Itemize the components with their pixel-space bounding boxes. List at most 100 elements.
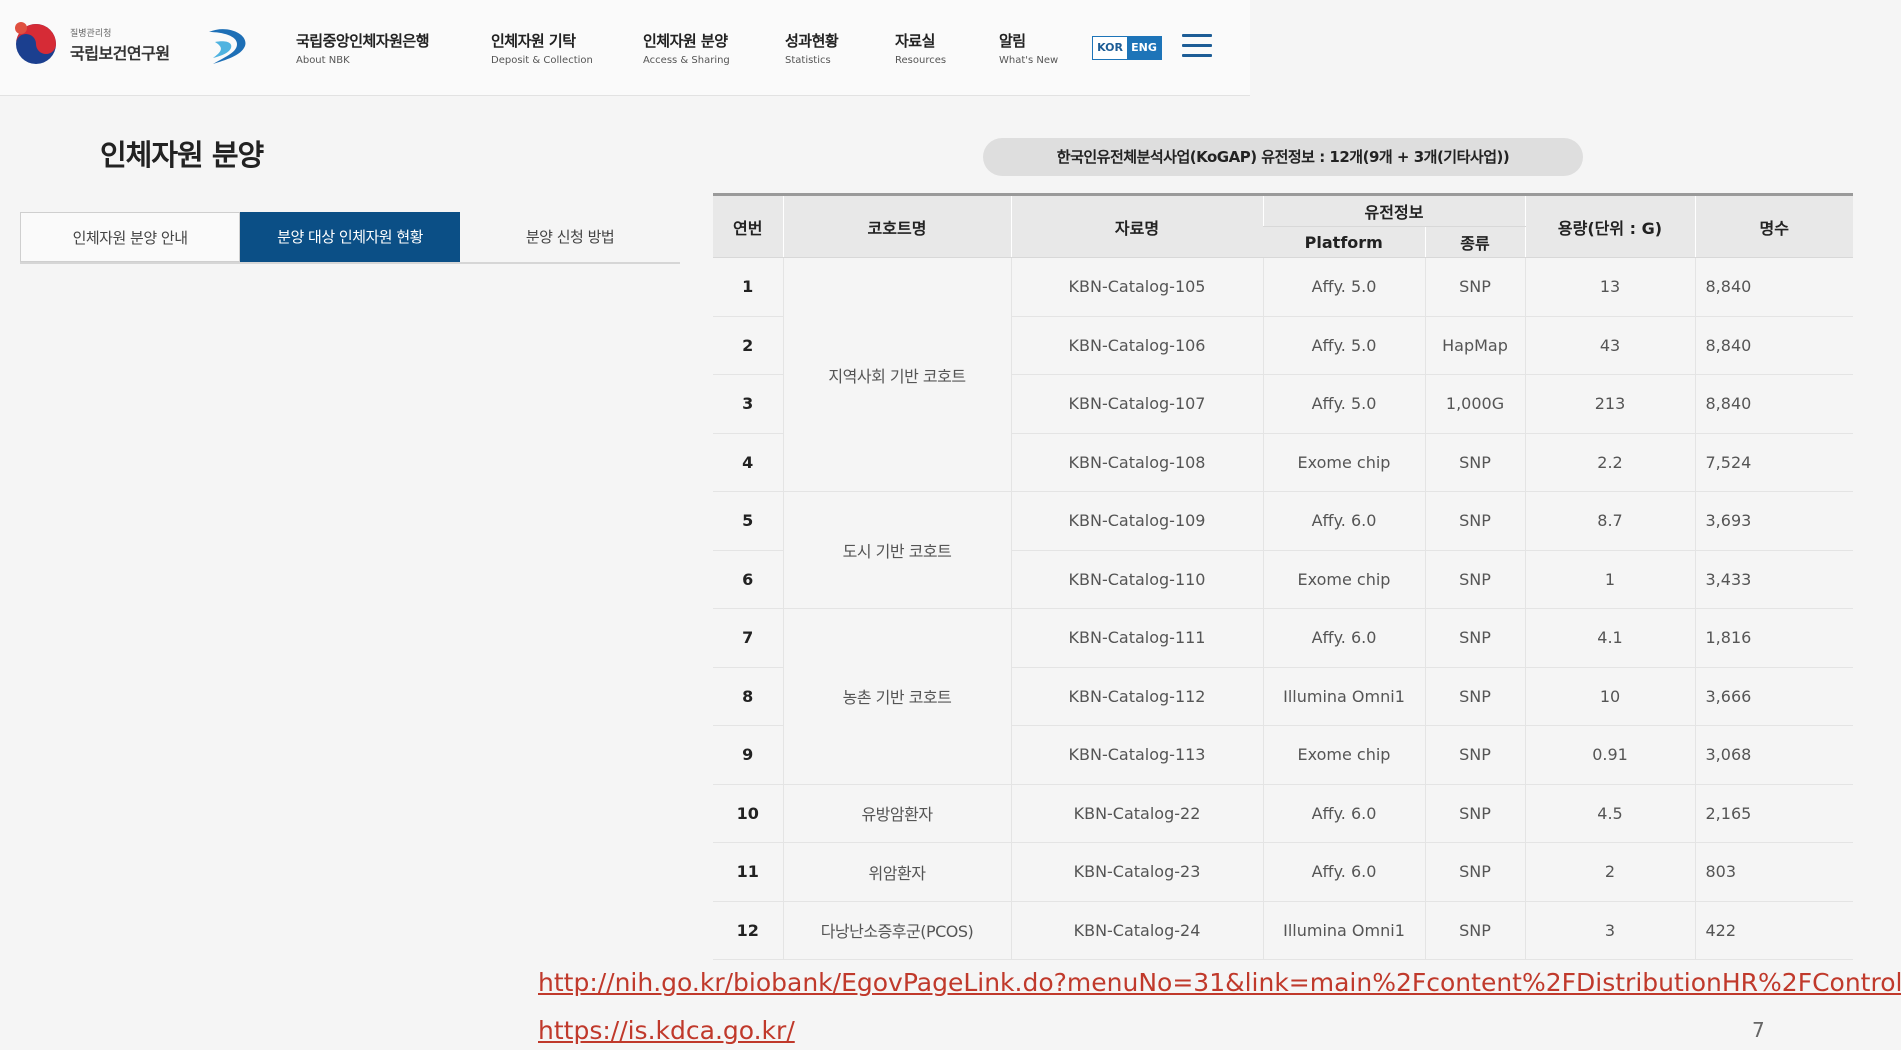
cell-no: 10 <box>713 784 783 843</box>
taegeuk-emblem-icon <box>15 22 56 64</box>
tab-distribution-guide[interactable]: 인체자원 분양 안내 <box>20 212 241 262</box>
cell-size: 4.1 <box>1524 608 1695 668</box>
cell-size: 43 <box>1524 316 1695 375</box>
lang-eng-button[interactable]: ENG <box>1127 37 1161 59</box>
table-row: 5 도시 기반 코호트 KBN-Catalog-109 Affy. 6.0 SN… <box>713 491 1853 609</box>
cell-size: 0.91 <box>1524 725 1695 785</box>
nav-label: 자료실 <box>895 32 935 50</box>
cell-count: 422 <box>1694 901 1853 960</box>
cell-platform: Affy. 6.0 <box>1262 784 1425 843</box>
cell-type: SNP <box>1424 901 1525 960</box>
nav-label: 국립중앙인체자원은행 <box>296 32 430 50</box>
cell-size: 10 <box>1524 667 1695 726</box>
cell-no: 12 <box>713 901 783 960</box>
nav-label: 알림 <box>999 32 1026 50</box>
cell-size: 2.2 <box>1524 433 1695 492</box>
table-row: 10 유방암환자 KBN-Catalog-22 Affy. 6.0 SNP 4.… <box>713 784 1853 843</box>
nih-biobank-link[interactable]: http://nih.go.kr/biobank/EgovPageLink.do… <box>538 968 1901 997</box>
logo-main-text: 국립보건연구원 <box>70 44 170 63</box>
cell-name: KBN-Catalog-112 <box>1010 667 1263 726</box>
cell-type: SNP <box>1424 608 1525 668</box>
cell-platform: Exome chip <box>1262 433 1425 492</box>
cell-name: KBN-Catalog-105 <box>1010 257 1263 317</box>
nav-statistics[interactable]: 성과현황 Statistics <box>785 30 839 66</box>
cell-no: 9 <box>713 725 783 785</box>
cell-count: 803 <box>1694 842 1853 902</box>
cell-no: 2 <box>713 316 783 375</box>
cell-name: KBN-Catalog-109 <box>1010 491 1263 551</box>
cell-name: KBN-Catalog-22 <box>1010 784 1263 843</box>
cell-size: 8.7 <box>1524 491 1695 551</box>
hamburger-menu-icon[interactable] <box>1182 34 1212 60</box>
header-count: 명수 <box>1694 194 1853 258</box>
site-header: 질병관리청 국립보건연구원 국립중앙인체자원은행 About NBK 인체자원 … <box>0 0 1250 96</box>
cell-platform: Exome chip <box>1262 725 1425 785</box>
nav-resources[interactable]: 자료실 Resources <box>895 30 946 66</box>
kdca-link[interactable]: https://is.kdca.go.kr/ <box>538 1016 795 1045</box>
table-row: 7 농촌 기반 코호트 KBN-Catalog-111 Affy. 6.0 SN… <box>713 608 1853 785</box>
nav-about-nbk[interactable]: 국립중앙인체자원은행 About NBK <box>296 30 430 66</box>
cell-name: KBN-Catalog-107 <box>1010 374 1263 434</box>
nav-access-sharing[interactable]: 인체자원 분양 Access & Sharing <box>643 30 730 66</box>
cell-count: 8,840 <box>1694 257 1853 317</box>
cell-cohort: 다낭난소증후군(PCOS) <box>782 901 1011 960</box>
cell-type: SNP <box>1424 784 1525 843</box>
cell-name: KBN-Catalog-111 <box>1010 608 1263 668</box>
lang-kor-button[interactable]: KOR <box>1093 37 1127 59</box>
cell-name: KBN-Catalog-113 <box>1010 725 1263 785</box>
header-platform: Platform <box>1263 226 1425 258</box>
nih-logo[interactable]: 질병관리청 국립보건연구원 <box>12 18 172 68</box>
table-row: 12 다낭난소증후군(PCOS) KBN-Catalog-24 Illumina… <box>713 901 1853 960</box>
nbk-logo-icon[interactable] <box>205 26 253 70</box>
nav-sublabel: About NBK <box>296 55 350 66</box>
cell-no: 3 <box>713 374 783 434</box>
kogap-info-badge: 한국인유전체분석사업(KoGAP) 유전정보 : 12개(9개 + 3개(기타사… <box>983 138 1583 176</box>
cell-count: 3,666 <box>1694 667 1853 726</box>
tab-application-method[interactable]: 분양 신청 방법 <box>460 212 680 262</box>
cell-no: 4 <box>713 433 783 492</box>
cell-cohort: 도시 기반 코호트 <box>782 491 1011 609</box>
cell-size: 213 <box>1524 374 1695 434</box>
genetic-data-table: 연번 코호트명 자료명 유전정보 용량(단위 : G) 명수 Platform … <box>713 193 1853 960</box>
cell-no: 1 <box>713 257 783 317</box>
language-switch: KOR ENG <box>1092 36 1162 60</box>
nav-label: 인체자원 분양 <box>643 32 728 50</box>
cell-type: SNP <box>1424 491 1525 551</box>
cell-size: 4.5 <box>1524 784 1695 843</box>
cell-name: KBN-Catalog-24 <box>1010 901 1263 960</box>
cell-name: KBN-Catalog-110 <box>1010 550 1263 609</box>
cell-size: 2 <box>1524 842 1695 902</box>
page-number: 7 <box>1752 1018 1765 1042</box>
nav-whats-new[interactable]: 알림 What's New <box>999 30 1058 66</box>
cell-cohort: 위암환자 <box>782 842 1011 902</box>
nav-label: 인체자원 기탁 <box>491 32 576 50</box>
cell-count: 8,840 <box>1694 374 1853 434</box>
header-no: 연번 <box>713 194 783 258</box>
cell-no: 8 <box>713 667 783 726</box>
header-size: 용량(단위 : G) <box>1524 194 1695 258</box>
tab-resource-status[interactable]: 분양 대상 인체자원 현황 <box>240 212 461 262</box>
nav-deposit[interactable]: 인체자원 기탁 Deposit & Collection <box>491 30 593 66</box>
cell-count: 1,816 <box>1694 608 1853 668</box>
cell-cohort: 농촌 기반 코호트 <box>782 608 1011 785</box>
cell-count: 3,433 <box>1694 550 1853 609</box>
cell-platform: Illumina Omni1 <box>1262 667 1425 726</box>
cell-name: KBN-Catalog-108 <box>1010 433 1263 492</box>
cell-platform: Illumina Omni1 <box>1262 901 1425 960</box>
cell-size: 1 <box>1524 550 1695 609</box>
cell-size: 13 <box>1524 257 1695 317</box>
cell-platform: Affy. 5.0 <box>1262 316 1425 375</box>
cell-no: 5 <box>713 491 783 551</box>
cell-name: KBN-Catalog-106 <box>1010 316 1263 375</box>
table-row: 11 위암환자 KBN-Catalog-23 Affy. 6.0 SNP 2 8… <box>713 842 1853 902</box>
cell-count: 7,524 <box>1694 433 1853 492</box>
cell-type: SNP <box>1424 667 1525 726</box>
cell-count: 3,068 <box>1694 725 1853 785</box>
cell-platform: Affy. 6.0 <box>1262 842 1425 902</box>
nav-sublabel: What's New <box>999 55 1059 66</box>
nav-sublabel: Deposit & Collection <box>491 55 593 66</box>
header-genetic-info: 유전정보 <box>1262 194 1525 227</box>
cell-platform: Exome chip <box>1262 550 1425 609</box>
cell-count: 3,693 <box>1694 491 1853 551</box>
page-title: 인체자원 분양 <box>100 138 264 172</box>
